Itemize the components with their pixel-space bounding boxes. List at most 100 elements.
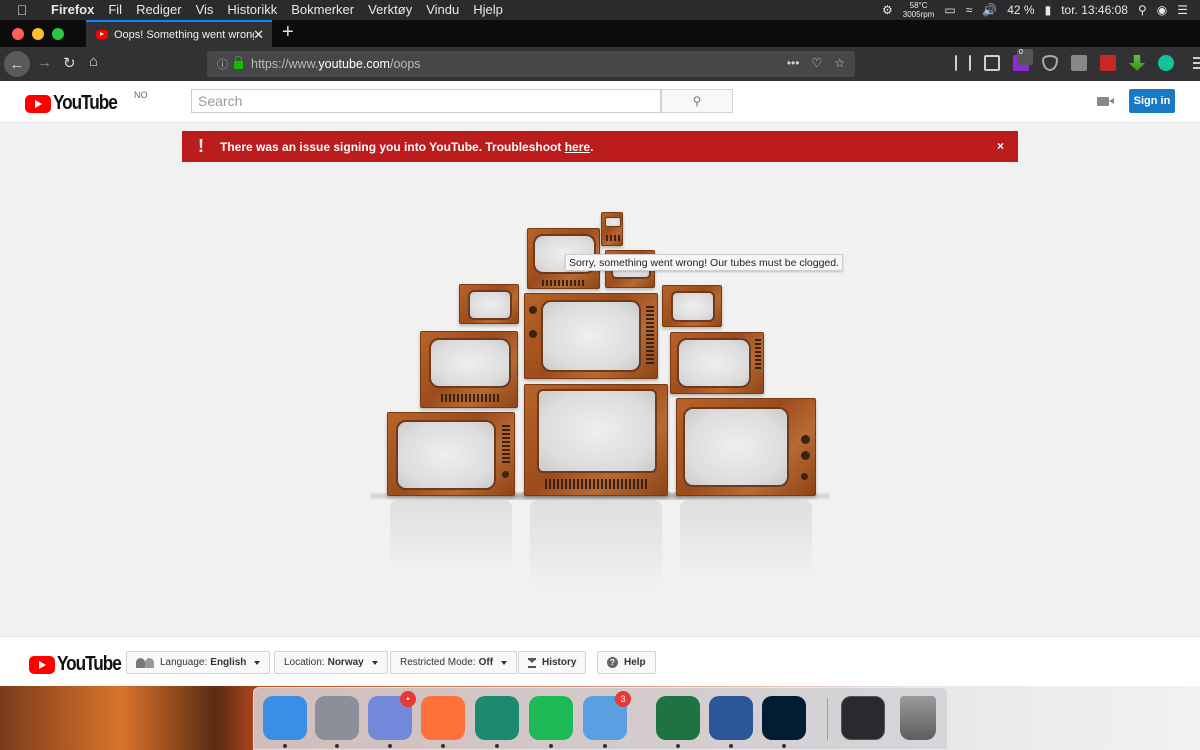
lock-icon — [234, 56, 243, 69]
search-input[interactable]: Search — [191, 89, 661, 113]
temp-readout[interactable]: 58°C 3005rpm — [903, 1, 935, 19]
tv-knob — [801, 473, 808, 480]
new-tab-icon[interactable]: + — [282, 21, 294, 44]
battery-icon[interactable]: ▮ — [1045, 3, 1052, 17]
dock-discord-icon[interactable]: • — [368, 691, 416, 740]
macos-dock: • 3 — [253, 687, 948, 750]
macos-menu-bar:  Firefox Fil Rediger Vis Historikk Bokm… — [0, 0, 1200, 20]
spotlight-search-icon[interactable]: ⚲ — [1138, 3, 1147, 17]
tv-upper-left — [459, 284, 519, 324]
dock-shield-icon[interactable] — [475, 696, 519, 740]
tv-speaker — [646, 304, 654, 364]
sidebar-icon[interactable] — [984, 55, 1000, 71]
dock-launchpad-icon[interactable] — [315, 696, 359, 740]
menu-hamburger-icon[interactable] — [1193, 55, 1200, 71]
menu-rediger[interactable]: Rediger — [129, 0, 189, 20]
browser-nav-bar: ← → ↻ ⌂ ⓘ https://www. youtube.com/oops •… — [0, 47, 1200, 81]
history-button[interactable]: History — [518, 651, 587, 674]
pocket-icon[interactable]: ♡ — [811, 56, 822, 70]
apple-icon[interactable]:  — [0, 2, 44, 18]
close-alert-icon[interactable]: × — [997, 139, 1004, 153]
language-button[interactable]: Language: English — [126, 651, 271, 674]
dock-running-indicator — [388, 744, 392, 748]
reload-icon[interactable]: ↻ — [63, 54, 76, 72]
notification-center-icon[interactable]: ☰ — [1177, 3, 1188, 17]
menu-vindu[interactable]: Vindu — [419, 0, 466, 20]
tv-top-small — [601, 212, 623, 246]
menu-app-firefox[interactable]: Firefox — [44, 0, 101, 20]
grammarly-icon[interactable] — [1158, 55, 1174, 71]
youtube-play-icon — [29, 655, 55, 674]
extension-red-icon[interactable] — [1100, 55, 1116, 71]
browser-tab-active[interactable]: Oops! Something went wrong. ✕ — [86, 20, 272, 47]
home-icon[interactable]: ⌂ — [89, 53, 98, 70]
extension-grey-icon[interactable] — [1071, 55, 1087, 71]
menu-verktoy[interactable]: Verktøy — [361, 0, 419, 20]
language-icon — [136, 657, 154, 668]
dock-running-indicator — [495, 744, 499, 748]
trash-icon[interactable] — [900, 696, 936, 740]
tv-upper-right — [662, 285, 722, 327]
tv-screen — [429, 338, 511, 388]
dock-word-icon[interactable] — [709, 696, 753, 740]
forward-icon[interactable]: → — [37, 54, 52, 71]
dock-firefox-icon[interactable] — [421, 696, 465, 740]
dock-excel-icon[interactable] — [656, 696, 700, 740]
window-controls — [12, 28, 64, 40]
site-info-icon[interactable]: ⓘ — [217, 56, 228, 72]
volume-icon[interactable]: 🔊 — [982, 3, 997, 17]
dock-mail-icon[interactable]: 3 — [583, 691, 631, 740]
search-button[interactable]: ⚲ — [661, 89, 733, 113]
youtube-header: YouTube NO Search ⚲ Sign in — [0, 81, 1200, 123]
dock-running-indicator — [283, 744, 287, 748]
alert-icon: ! — [198, 136, 204, 156]
menu-fil[interactable]: Fil — [101, 0, 129, 20]
dock-running-indicator — [782, 744, 786, 748]
dock-finder-icon[interactable] — [263, 696, 307, 740]
dock-photoshop-icon[interactable] — [762, 696, 806, 740]
dock-spotify-icon[interactable] — [529, 696, 573, 740]
download-icon[interactable] — [1129, 55, 1145, 71]
dock-downloads-stack-icon[interactable] — [841, 696, 885, 740]
tv-speaker — [545, 479, 649, 489]
minimize-window-button[interactable] — [32, 28, 44, 40]
bookmark-star-icon[interactable]: ☆ — [834, 56, 845, 70]
restricted-value: Off — [478, 657, 494, 668]
sign-in-button[interactable]: Sign in — [1129, 89, 1175, 113]
menu-vis[interactable]: Vis — [189, 0, 221, 20]
menu-historikk[interactable]: Historikk — [220, 0, 284, 20]
footer-logo-text: YouTube — [57, 653, 122, 675]
fan-icon[interactable]: ⚙ — [882, 3, 893, 17]
menu-bokmerker[interactable]: Bokmerker — [284, 0, 361, 20]
airplay-icon[interactable]: ▭ — [944, 3, 955, 17]
battery-percent[interactable]: 42 % — [1007, 3, 1034, 17]
library-icon[interactable] — [955, 55, 971, 71]
tv-screen — [683, 407, 789, 487]
help-button[interactable]: ? Help — [597, 651, 656, 674]
wifi-icon[interactable]: ≈ — [966, 3, 973, 17]
alert-message: There was an issue signing you into YouT… — [220, 140, 593, 154]
siri-icon[interactable]: ◉ — [1157, 3, 1167, 17]
url-host: youtube.com — [318, 57, 390, 71]
signin-error-alert: ! There was an issue signing you into Yo… — [182, 131, 1018, 162]
clock[interactable]: tor. 13:46:08 — [1061, 3, 1128, 17]
extension-badge: 0 — [1017, 49, 1033, 65]
youtube-logo[interactable]: YouTube NO — [25, 90, 148, 115]
url-bar[interactable]: ⓘ https://www. youtube.com/oops ••• ♡ ☆ — [207, 51, 855, 77]
menu-hjelp[interactable]: Hjelp — [466, 0, 510, 20]
close-tab-icon[interactable]: ✕ — [253, 27, 264, 43]
page-actions-icon[interactable]: ••• — [787, 56, 800, 70]
back-icon[interactable]: ← — [4, 51, 30, 77]
restricted-mode-button[interactable]: Restricted Mode: Off — [390, 651, 518, 674]
upload-video-icon[interactable] — [1097, 97, 1114, 106]
close-window-button[interactable] — [12, 28, 24, 40]
troubleshoot-link[interactable]: here — [565, 140, 590, 154]
help-icon: ? — [607, 657, 618, 668]
privacy-shield-icon[interactable] — [1042, 55, 1058, 71]
location-button[interactable]: Location: Norway — [274, 651, 388, 674]
fullscreen-window-button[interactable] — [52, 28, 64, 40]
footer-youtube-logo[interactable]: YouTube — [29, 653, 131, 676]
tv-middle-left — [420, 331, 518, 408]
extension-purple-icon[interactable]: 0 — [1013, 49, 1033, 71]
dock-running-indicator — [441, 744, 445, 748]
